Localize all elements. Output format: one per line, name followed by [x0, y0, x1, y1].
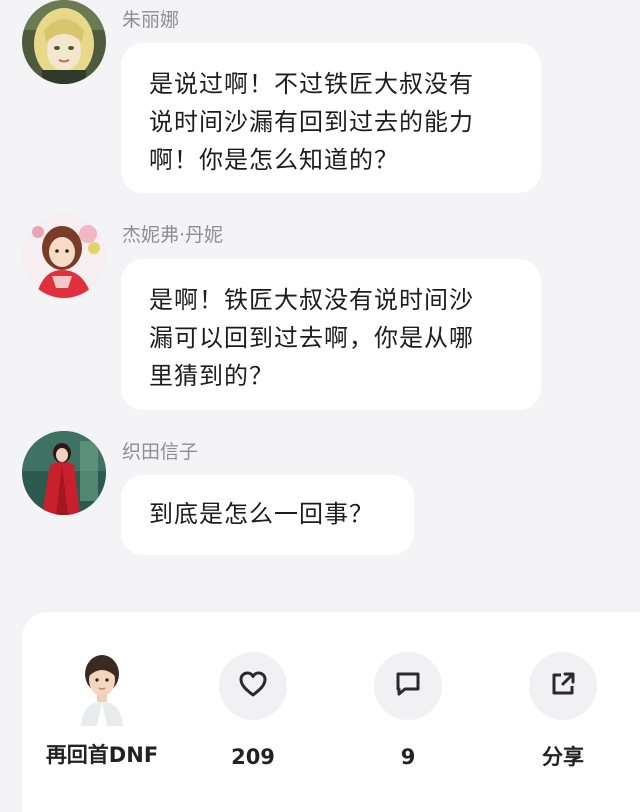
- share-button[interactable]: 分享: [498, 652, 628, 770]
- message-line: 是啊！铁匠大叔没有说时间沙: [149, 286, 474, 314]
- like-count: 209: [231, 745, 275, 769]
- avatar[interactable]: [22, 0, 106, 84]
- comment-circle[interactable]: [374, 652, 442, 720]
- author-profile[interactable]: 再回首DNF: [32, 652, 172, 768]
- comment-button[interactable]: 9: [343, 652, 473, 770]
- message-bubble[interactable]: 是说过啊！不过铁匠大叔没有 说时间沙漏有回到过去的能力 啊！你是怎么知道的？: [121, 43, 541, 193]
- comment-icon: [393, 669, 423, 703]
- message-line: 啊！你是怎么知道的？: [149, 146, 399, 174]
- sender-name: 织田信子: [122, 441, 199, 463]
- message-line: 漏可以回到过去啊，你是从哪: [149, 324, 474, 352]
- author-name[interactable]: 再回首DNF: [32, 742, 172, 768]
- comment-count: 9: [400, 745, 416, 769]
- author-avatar[interactable]: [75, 652, 129, 726]
- like-button[interactable]: 209: [188, 652, 318, 770]
- sender-name: 杰妮弗·丹妮: [122, 224, 224, 246]
- share-label: 分享: [542, 745, 584, 769]
- share-circle[interactable]: [529, 652, 597, 720]
- message-bubble[interactable]: 到底是怎么一回事？: [121, 475, 414, 555]
- message-line: 说时间沙漏有回到过去的能力: [149, 108, 474, 136]
- share-icon: [548, 669, 578, 703]
- like-circle[interactable]: [219, 652, 287, 720]
- message-line: 里猜到的？: [149, 362, 274, 390]
- message-bubble[interactable]: 是啊！铁匠大叔没有说时间沙 漏可以回到过去啊，你是从哪 里猜到的？: [121, 259, 541, 410]
- avatar[interactable]: [22, 214, 106, 298]
- message-line: 是说过啊！不过铁匠大叔没有: [149, 70, 474, 98]
- message-line: 到底是怎么一回事？: [149, 500, 374, 528]
- avatar[interactable]: [22, 431, 106, 515]
- action-bar: 再回首DNF 209 9 分享: [22, 612, 640, 812]
- sender-name: 朱丽娜: [122, 9, 180, 31]
- heart-icon: [238, 670, 268, 702]
